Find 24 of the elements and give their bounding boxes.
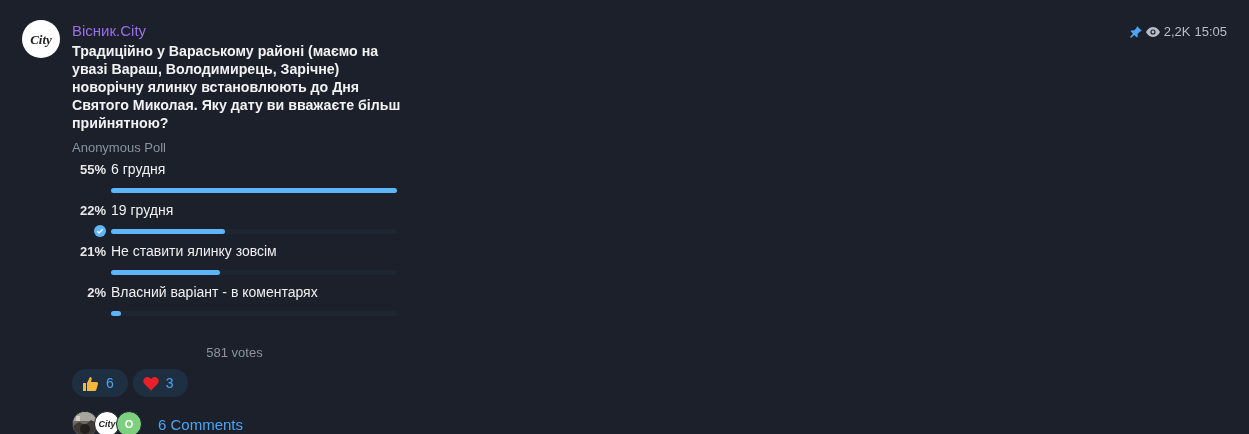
- reaction-button[interactable]: 6: [72, 369, 128, 397]
- comments-link[interactable]: 6 Comments: [158, 415, 244, 433]
- option-percent: 21%: [78, 244, 106, 259]
- channel-name[interactable]: Вісник.City: [72, 20, 422, 42]
- message-time: 15:05: [1194, 24, 1227, 39]
- option-label: 6 грудня: [111, 161, 167, 178]
- message-text: Традиційно у Вараському районі (маємо на увазі Вараш, Володимирець, Зарічне) новорічну ялинку встановлюють до Дня Святого Миколая. Яку дату ви вважаєте більш прийнятною?: [72, 42, 402, 132]
- view-count: 2,2K: [1163, 24, 1191, 39]
- eye-icon: [1145, 26, 1160, 37]
- check-icon: [94, 225, 106, 237]
- reaction-button[interactable]: 3: [132, 369, 188, 397]
- option-percent: 55%: [78, 162, 106, 177]
- option-label: Власний варіант - в коментарях: [111, 284, 319, 301]
- option-label: 19 грудня: [111, 202, 175, 219]
- commenter-avatar: City: [94, 411, 120, 434]
- option-label: Не ставити ялинку зовсім: [111, 243, 278, 260]
- option-percent: 2%: [86, 285, 106, 300]
- commenter-avatar: O: [116, 411, 142, 434]
- option-percent: 22%: [78, 203, 106, 218]
- heart-icon: [142, 375, 159, 391]
- vote-count: 581 votes: [205, 345, 264, 360]
- thumbs-up-icon: [82, 374, 99, 392]
- poll-type: Anonymous Poll: [72, 140, 167, 155]
- channel-avatar: City: [22, 20, 60, 58]
